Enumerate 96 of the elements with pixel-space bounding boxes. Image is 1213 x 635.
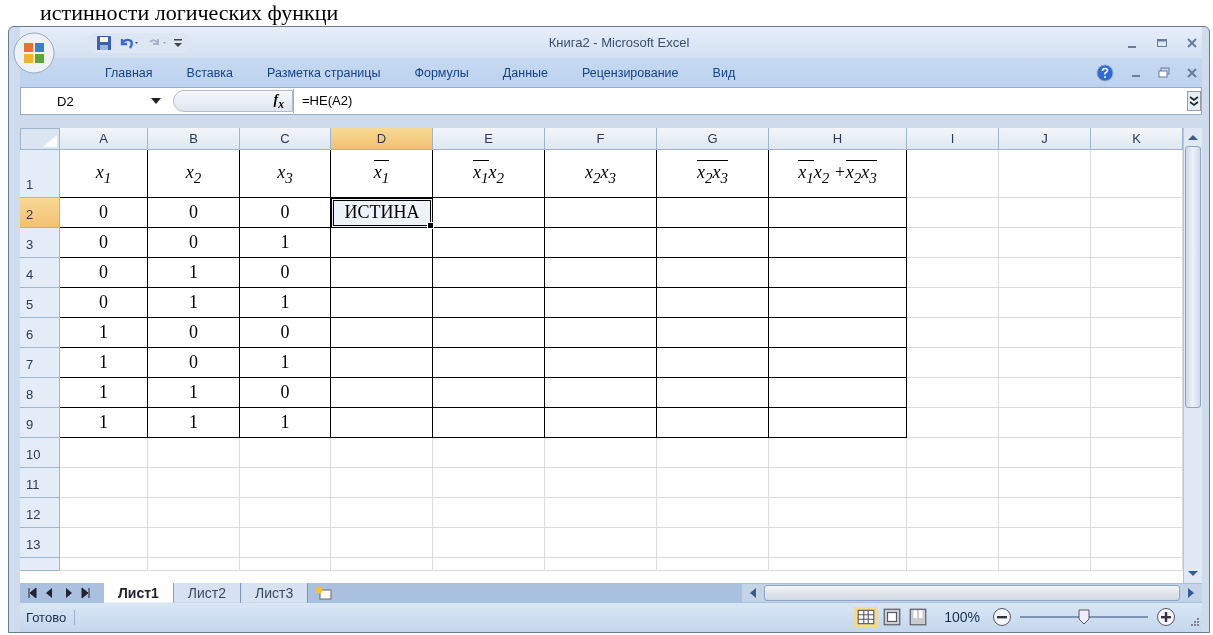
ribbon-tab[interactable]: Вид: [695, 65, 753, 80]
row-header[interactable]: 4: [20, 257, 60, 288]
table-cell: x$_{2}$: [148, 149, 240, 198]
column-header[interactable]: C: [240, 127, 331, 150]
zoom-in-icon[interactable]: [1156, 607, 1176, 628]
row-header[interactable]: 1: [20, 149, 60, 198]
name-box[interactable]: D2: [21, 93, 151, 109]
row-header[interactable]: 11: [20, 467, 60, 498]
row-header[interactable]: 6: [20, 317, 60, 348]
customize-caret-icon[interactable]: [174, 37, 182, 48]
row-header[interactable]: 3: [20, 227, 60, 258]
table-cell: 1: [60, 377, 148, 408]
close-icon[interactable]: [1186, 36, 1198, 49]
row-header[interactable]: 2: [20, 197, 60, 228]
sheet-tab[interactable]: Лист3: [241, 582, 309, 603]
zoom-slider[interactable]: [1020, 608, 1148, 627]
table-cell: 0: [60, 287, 148, 318]
zoom-out-icon[interactable]: [992, 607, 1012, 628]
table-cell: 1: [148, 287, 240, 318]
table-cell: 1: [148, 407, 240, 438]
table-cell: 0: [60, 227, 148, 258]
column-header[interactable]: D: [331, 127, 433, 150]
resize-grip-icon[interactable]: [1190, 617, 1200, 628]
status-text: Готово: [20, 609, 76, 625]
zoom-level-text[interactable]: 100%: [944, 609, 980, 626]
sheet-tab[interactable]: Лист2: [173, 582, 242, 603]
table-cell: 0: [148, 227, 240, 258]
table-cell: 1: [240, 287, 331, 318]
column-header[interactable]: J: [999, 127, 1091, 150]
scroll-left-icon[interactable]: [748, 586, 758, 599]
save-icon[interactable]: [96, 34, 112, 51]
row-header[interactable]: 10: [20, 437, 60, 468]
row-header[interactable]: 13: [20, 527, 60, 558]
table-cell: 1: [148, 377, 240, 408]
ribbon-tab[interactable]: Формулы: [397, 65, 486, 80]
fill-handle[interactable]: [427, 221, 434, 229]
expand-chevron-icon[interactable]: [1187, 91, 1201, 112]
column-header[interactable]: F: [545, 127, 657, 150]
table-cell: 0: [148, 347, 240, 378]
help-icon[interactable]: [1096, 63, 1114, 82]
table-cell: 1: [60, 317, 148, 348]
table-cell: 1: [60, 407, 148, 438]
scroll-right-icon[interactable]: [1186, 586, 1196, 599]
table-cell: 0: [148, 197, 240, 228]
table-cell: ИСТИНА: [331, 197, 433, 228]
column-header[interactable]: G: [657, 127, 769, 150]
table-cell: 0: [148, 317, 240, 348]
table-cell: 1: [240, 227, 331, 258]
row-header[interactable]: 9: [20, 407, 60, 438]
ribbon-tab[interactable]: Данные: [485, 65, 566, 80]
slider-thumb[interactable]: [1078, 609, 1090, 626]
table-cell: 0: [240, 377, 331, 408]
table-cell: 0: [60, 257, 148, 288]
table-cell: x$_{1}$x$_{2}$: [433, 149, 545, 198]
table-cell: x$_{2}$x$_{3}$: [657, 149, 769, 198]
table-cell: x$_{1}$: [60, 149, 148, 198]
table-cell: 1: [148, 257, 240, 288]
table-cell: 0: [240, 257, 331, 288]
horizontal-scrollbar[interactable]: [742, 583, 1202, 602]
table-cell: x$_{1}$: [331, 149, 433, 198]
sheet-tab[interactable]: Лист1: [104, 582, 174, 603]
table-cell: 0: [60, 197, 148, 228]
column-header[interactable]: E: [433, 127, 545, 150]
insert-function-button[interactable]: f$_{x}$: [173, 90, 293, 113]
table-cell: 1: [240, 347, 331, 378]
scroll-thumb[interactable]: [1185, 145, 1201, 408]
ribbon-tab[interactable]: Рецензирование: [565, 65, 696, 80]
window-title: Книга2 - Microsoft Excel: [547, 35, 691, 51]
column-header[interactable]: K: [1091, 127, 1183, 150]
office-button-icon[interactable]: [12, 31, 56, 75]
restore-icon[interactable]: [1158, 66, 1170, 79]
table-cell: 1: [60, 347, 148, 378]
new-sheet-icon[interactable]: [314, 584, 335, 601]
maximize-icon[interactable]: [1156, 36, 1168, 49]
table-cell: x$_{1}$x$_{2}$ +x$_{2}$x$_{3}$: [769, 149, 907, 198]
dropdown-caret-icon[interactable]: [151, 98, 161, 105]
column-header[interactable]: B: [148, 127, 240, 150]
column-header[interactable]: I: [907, 127, 999, 150]
caption-text: истинности логических функци: [39, 0, 340, 26]
row-header[interactable]: 5: [20, 287, 60, 318]
table-cell: 0: [240, 317, 331, 348]
table-cell: 1: [240, 407, 331, 438]
row-header[interactable]: 8: [20, 377, 60, 408]
column-header[interactable]: A: [60, 127, 148, 150]
vertical-scrollbar[interactable]: [1183, 127, 1202, 583]
ribbon-tab[interactable]: Главная: [88, 65, 170, 80]
row-header[interactable]: 12: [20, 497, 60, 528]
normal-view-icon[interactable]: [854, 607, 879, 628]
ribbon-tab[interactable]: Вставка: [169, 65, 251, 80]
table-cell: x$_{3}$: [240, 149, 331, 198]
ribbon-tab[interactable]: Разметка страницы: [250, 65, 398, 80]
table-cell: x$_{2}$x$_{3}$: [545, 149, 657, 198]
column-header[interactable]: H: [769, 127, 907, 150]
row-header[interactable]: 7: [20, 347, 60, 378]
scroll-thumb[interactable]: [764, 584, 1180, 601]
close-icon[interactable]: [1186, 66, 1198, 79]
